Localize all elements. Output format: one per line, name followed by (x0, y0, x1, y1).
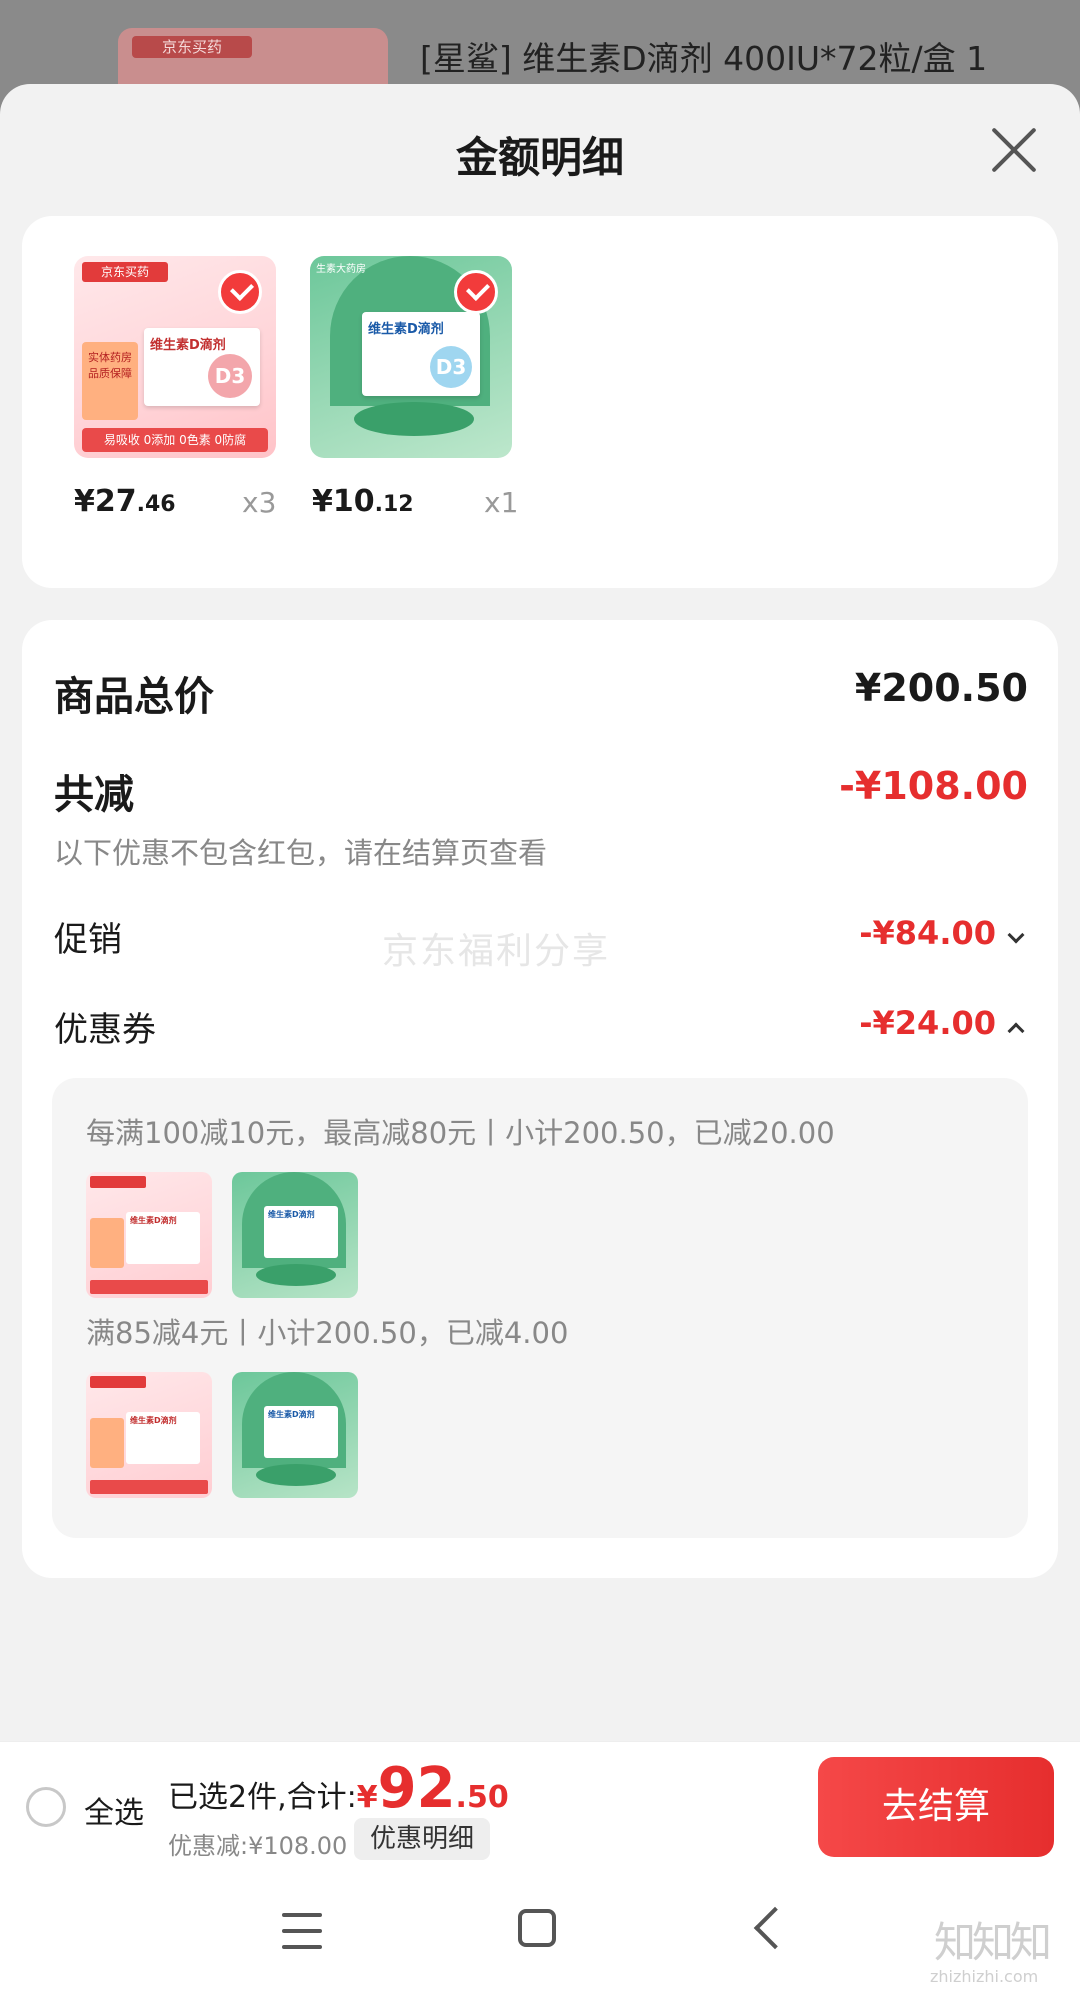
price-integer: ¥10 (312, 484, 375, 519)
product-brand-tag: 京东买药 (82, 262, 168, 282)
coupon-product-thumb: 维生素D滴剂 (86, 1172, 212, 1298)
coupon-product-thumb: 维生素D滴剂 (86, 1372, 212, 1498)
close-icon[interactable] (990, 126, 1038, 174)
product-price-2: ¥10.12 (312, 484, 414, 519)
home-icon[interactable] (518, 1909, 556, 1947)
product-store-label: 生素大药房 (316, 264, 366, 275)
mini-box: 维生素D滴剂 (126, 1412, 200, 1464)
mini-pedestal (256, 1464, 336, 1486)
mini-pedestal (256, 1264, 336, 1286)
d3-badge: D3 (208, 354, 252, 398)
background-brand-tag: 京东买药 (132, 36, 252, 58)
coupon-product-thumb: 维生素D滴剂 (232, 1172, 358, 1298)
site-watermark-logo: 知知知 (934, 1918, 1052, 1967)
mini-side-label (90, 1218, 124, 1268)
mini-box-title: 维生素D滴剂 (130, 1416, 177, 1425)
total-price-value: ¥200.50 (854, 666, 1028, 710)
system-nav-bar: 知知知 zhizhizhi.com (0, 1873, 1080, 1996)
product-box: 维生素D滴剂 D3 (362, 312, 480, 396)
product-pedestal (354, 402, 474, 436)
total-decimal: .50 (455, 1780, 509, 1815)
mini-box: 维生素D滴剂 (264, 1206, 338, 1258)
mini-brand-tag (90, 1176, 146, 1188)
selected-count-text: 已选2件,合计: (168, 1780, 357, 1815)
chevron-up-icon (1007, 1022, 1025, 1039)
d3-badge: D3 (430, 346, 472, 388)
mini-tags (90, 1280, 208, 1294)
promotion-toggle[interactable]: -¥84.00 (859, 914, 1025, 952)
total-price-label: 商品总价 (54, 674, 214, 720)
promotion-value: -¥84.00 (859, 914, 996, 952)
product-box: 维生素D滴剂 D3 (144, 328, 260, 406)
coupon-toggle[interactable]: -¥24.00 (859, 1004, 1025, 1042)
product-image-1[interactable]: 京东买药 实体药房 品质保障 维生素D滴剂 D3 易吸收 0添加 0色素 0防腐 (74, 256, 276, 458)
coupon-rule-1: 每满100减10元，最高减80元丨小计200.50，已减20.00 (86, 1116, 835, 1150)
product-box-title: 维生素D滴剂 (368, 322, 444, 337)
mini-box: 维生素D滴剂 (126, 1212, 200, 1264)
select-all-radio[interactable] (26, 1787, 66, 1827)
total-reduction-label: 共减 (54, 772, 134, 818)
price-decimal: .12 (374, 492, 414, 517)
sheet-title: 金额明细 (455, 133, 624, 182)
reduction-hint: 以下优惠不包含红包，请在结算页查看 (54, 836, 548, 870)
mini-brand-tag (90, 1376, 146, 1388)
mini-box-title: 维生素D滴剂 (268, 1210, 315, 1219)
mini-box-title: 维生素D滴剂 (130, 1216, 177, 1225)
chevron-down-icon (1007, 926, 1025, 943)
price-summary-card: 商品总价 ¥200.50 共减 -¥108.00 以下优惠不包含红包，请在结算页… (22, 620, 1058, 1578)
selected-check-icon[interactable] (218, 270, 262, 314)
mini-box-title: 维生素D滴剂 (268, 1410, 315, 1419)
price-integer: ¥27 (74, 484, 137, 519)
amount-detail-sheet: 金额明细 京东买药 实体药房 品质保障 维生素D滴剂 D3 易吸收 0添加 0色… (0, 84, 1080, 1996)
recent-apps-icon[interactable] (282, 1913, 322, 1949)
product-tags: 易吸收 0添加 0色素 0防腐 (82, 428, 268, 452)
product-price-1: ¥27.46 (74, 484, 176, 519)
watermark-text: 京东福利分享 (382, 931, 611, 972)
selected-products-card: 京东买药 实体药房 品质保障 维生素D滴剂 D3 易吸收 0添加 0色素 0防腐… (22, 216, 1058, 588)
product-side-label: 实体药房 品质保障 (82, 342, 138, 420)
mini-tags (90, 1480, 208, 1494)
mini-side-label (90, 1418, 124, 1468)
checkout-bar: 全选 已选2件,合计:¥92.50 优惠减:¥108.00 优惠明细 去结算 (0, 1741, 1080, 1873)
coupon-label: 优惠券 (54, 1010, 156, 1050)
mini-box: 维生素D滴剂 (264, 1406, 338, 1458)
promotion-label: 促销 (54, 920, 122, 960)
product-box-title: 维生素D滴剂 (150, 338, 226, 353)
coupon-rule-2: 满85减4元丨小计200.50，已减4.00 (86, 1316, 569, 1350)
checkout-button[interactable]: 去结算 (818, 1757, 1054, 1857)
selected-check-icon[interactable] (454, 270, 498, 314)
total-currency: ¥ (356, 1780, 378, 1815)
coupon-value: -¥24.00 (859, 1004, 996, 1042)
back-icon[interactable] (753, 1906, 797, 1950)
total-reduction-value: -¥108.00 (839, 764, 1028, 808)
product-image-2[interactable]: 生素大药房 维生素D滴剂 D3 (310, 256, 512, 458)
total-integer: 92 (377, 1756, 456, 1821)
discount-text: 优惠减:¥108.00 (168, 1832, 348, 1860)
coupon-product-thumb: 维生素D滴剂 (232, 1372, 358, 1498)
product-quantity-2: x1 (484, 486, 519, 519)
price-decimal: .46 (136, 492, 176, 517)
discount-detail-button[interactable]: 优惠明细 (354, 1818, 491, 1860)
select-all-label[interactable]: 全选 (84, 1788, 144, 1832)
site-watermark-url: zhizhizhi.com (930, 1967, 1039, 1986)
background-product-title: [星鲨] 维生素D滴剂 400IU*72粒/盒 1 (420, 39, 988, 78)
selected-summary: 已选2件,合计:¥92.50 (168, 1756, 509, 1821)
coupon-detail-box: 每满100减10元，最高减80元丨小计200.50，已减20.00 维生素D滴剂… (52, 1078, 1028, 1538)
product-quantity-1: x3 (242, 486, 277, 519)
